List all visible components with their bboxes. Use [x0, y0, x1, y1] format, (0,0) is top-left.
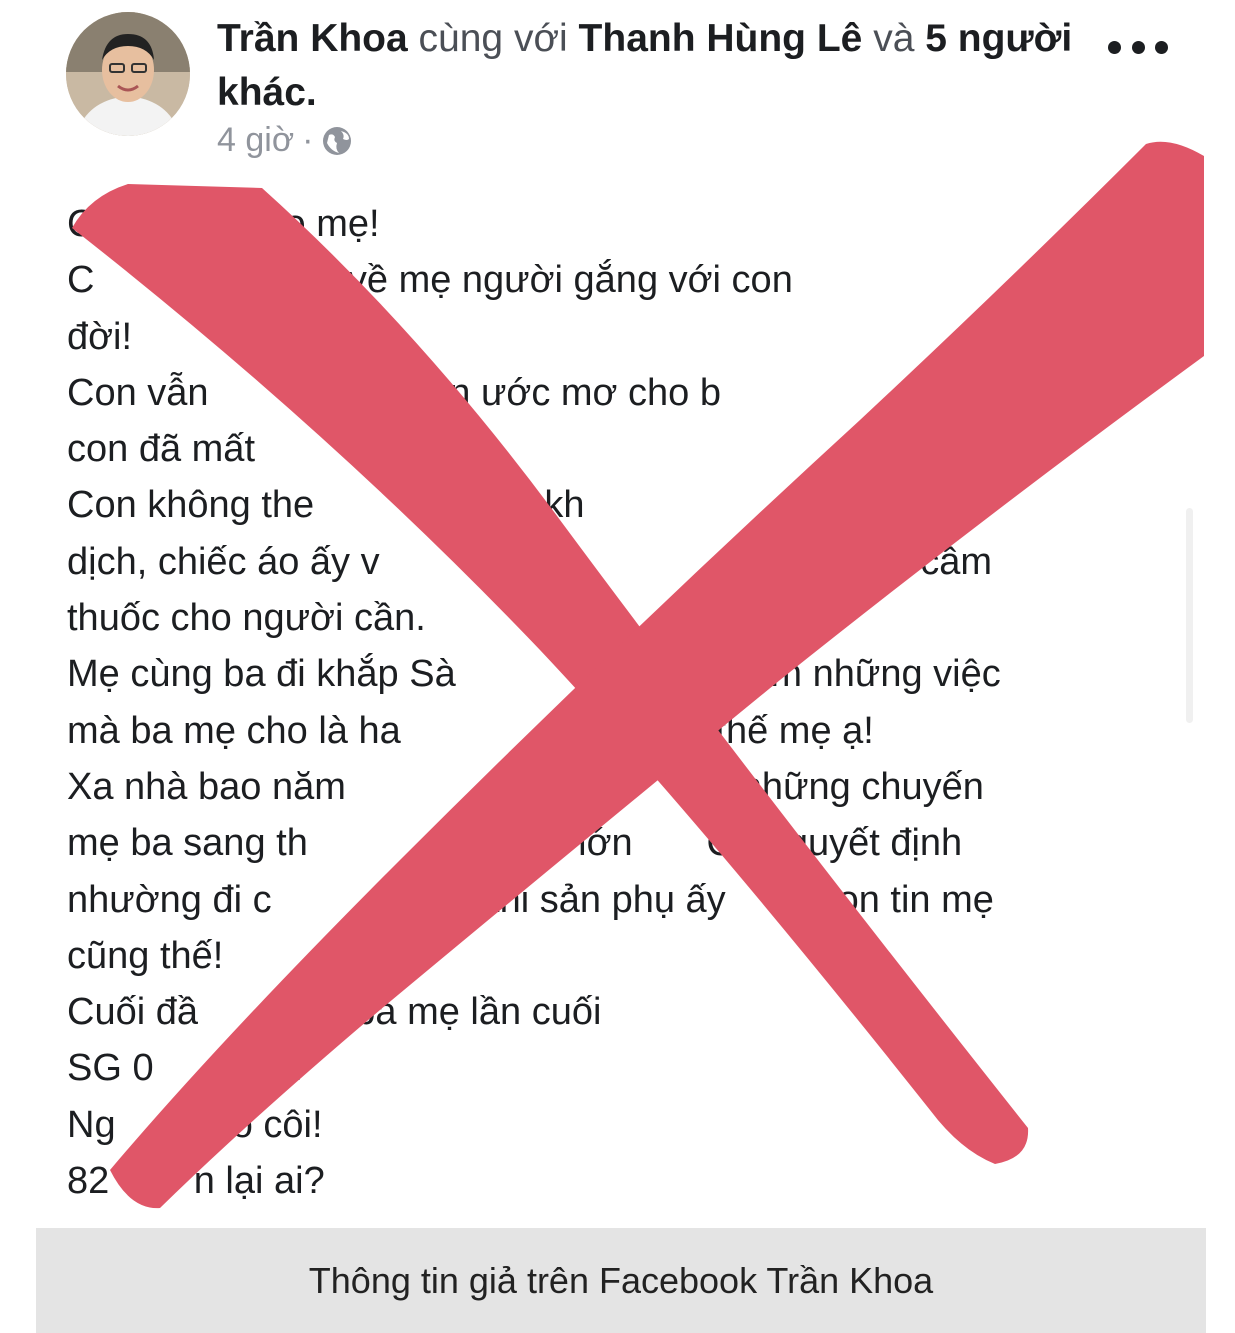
globe-icon [321, 125, 353, 157]
post-line: dịch, chiếc áo ấy v b khi ấy vẫn cầm [67, 540, 993, 583]
author-name[interactable]: Trần Khoa [217, 17, 408, 60]
scrollbar[interactable] [1186, 508, 1193, 723]
post-line: Ng mồ côi! [67, 1103, 323, 1146]
post-header: Trần Khoa cùng với Thanh Hùng Lê và 5 ng… [217, 12, 1077, 120]
post-line: con đã mất [67, 428, 255, 471]
image-caption: Thông tin giả trên Facebook Trần Khoa [308, 1259, 934, 1301]
more-options-icon[interactable] [1108, 32, 1168, 62]
post-time[interactable]: 4 giờ [217, 121, 294, 160]
post-line: thuốc cho người cần. [67, 597, 426, 640]
post-line: nhường đi c máy khi sản phụ ấy Con tin m… [67, 878, 994, 921]
author-avatar[interactable] [66, 12, 190, 136]
more-dot [1131, 40, 1145, 54]
tagged-name[interactable]: Thanh Hùng Lê [579, 17, 863, 60]
post-line: Xa nhà bao năm u con ỉ là những chuyến [67, 765, 984, 808]
post-line: đời! [67, 315, 133, 358]
with-text: cùng với [418, 17, 568, 60]
post-line: cũng thế! [67, 934, 224, 977]
post-line: Cuối đầ biệt ba mẹ lần cuối [67, 991, 602, 1034]
caption-bar: Thông tin giả trên Facebook Trần Khoa [36, 1228, 1206, 1333]
post-line: Mẹ cùng ba đi khắp Sà ng ba làm những vi… [67, 653, 1001, 696]
post-line: Chà ào mẹ! [67, 203, 380, 245]
post-line: Con không the phải kh vào tâm [67, 484, 921, 527]
post-line: C ề ba, về mẹ người gắng với con [67, 259, 793, 302]
post-meta: 4 giờ · [217, 121, 353, 160]
post-line: mẹ ba sang th n yêu ấy lớn Con quyết địn… [67, 822, 963, 865]
post-line: SG 0 21 [67, 1047, 302, 1090]
meta-separator: · [302, 121, 314, 159]
and-text: và [873, 17, 915, 60]
post-line: mà ba mẹ cho là ha cũng thế mẹ ạ! [67, 709, 874, 752]
post-body: Chà ào mẹ! C ề ba, về mẹ người gắng với … [67, 196, 1177, 1209]
post-line: Con vẫn ẽ lên ước mơ cho b [67, 371, 721, 414]
more-dot [1108, 40, 1121, 54]
post-line: 82 n lại ai? [67, 1160, 325, 1203]
more-dot [1155, 40, 1168, 54]
facebook-post: Trần Khoa cùng với Thanh Hùng Lê và 5 ng… [0, 0, 1235, 1225]
